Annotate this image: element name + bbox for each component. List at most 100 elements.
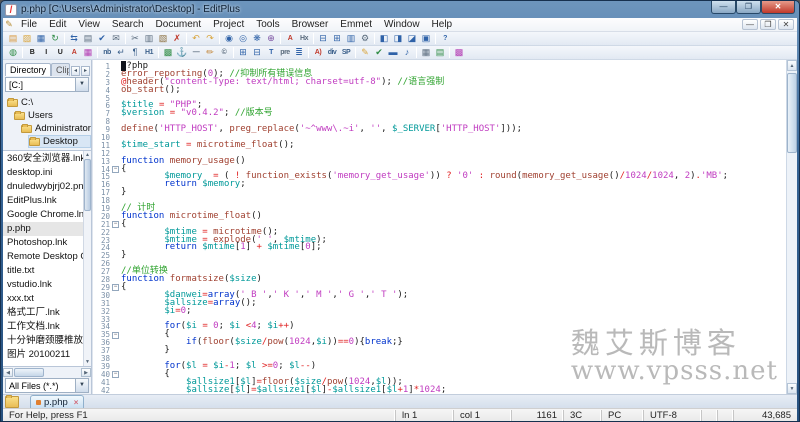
anchor-icon[interactable]: ⚓ <box>175 46 189 59</box>
document-tab-active[interactable]: p.php × <box>30 395 84 408</box>
file-list-item[interactable]: title.txt <box>3 264 83 278</box>
code-line[interactable]: 18 <box>93 197 786 205</box>
file-list-item[interactable]: vstudio.lnk <box>3 278 83 292</box>
copy-icon[interactable]: ▥ <box>142 32 156 45</box>
tab-cliptext[interactable]: Clipt <box>51 63 70 76</box>
scroll-up-icon[interactable]: ▲ <box>84 151 91 159</box>
line-break-icon[interactable]: ↵ <box>114 46 128 59</box>
code-line[interactable]: 3@header("content-Type: text/html; chars… <box>93 79 786 87</box>
menu-item-window[interactable]: Window <box>378 19 426 30</box>
fold-collapse-icon[interactable]: − <box>112 371 119 378</box>
code-line[interactable]: 36 if(floor($size/pow(1024,$i))==0){brea… <box>93 339 786 347</box>
menu-item-document[interactable]: Document <box>150 19 208 30</box>
save-icon[interactable]: ▦ <box>34 32 48 45</box>
insert-image-icon[interactable]: ▩ <box>161 46 175 59</box>
tree-node-administrator[interactable]: Administrator <box>21 122 91 135</box>
scroll-right-icon[interactable]: ▶ <box>81 368 91 377</box>
find-in-files-icon[interactable]: ❋ <box>250 32 264 45</box>
code-line[interactable]: 28function formatsize($size) <box>93 276 786 284</box>
output-panel-toggle-icon[interactable]: ◪ <box>405 32 419 45</box>
file-list-item[interactable]: 十分钟磨颈腰椎放松操 <box>3 334 83 348</box>
insert-date-icon[interactable]: ▤ <box>433 46 447 59</box>
italic-icon[interactable]: I <box>39 46 53 59</box>
file-list-item[interactable]: Photoshop.lnk <box>3 236 83 250</box>
syntax-check-icon[interactable]: ✔ <box>372 46 386 59</box>
context-help-icon[interactable]: ? <box>438 32 452 45</box>
code-line[interactable]: 26 <box>93 260 786 268</box>
span-tag-icon[interactable]: SP <box>339 46 353 59</box>
scroll-down-icon[interactable]: ▼ <box>787 383 797 394</box>
preferences-icon[interactable]: ⚙ <box>358 32 372 45</box>
file-list-item[interactable]: EditPlus.lnk <box>3 194 83 208</box>
file-list-hscrollbar[interactable]: ◀ ▶ <box>3 367 91 377</box>
word-wrap-icon[interactable]: ⊟ <box>316 32 330 45</box>
code-line[interactable]: 32 $i=0; <box>93 308 786 316</box>
code-editor[interactable]: 1<?php2error_reporting(0); //抑制所有错误信息3@h… <box>92 60 786 394</box>
close-button[interactable]: ✕ <box>761 1 795 14</box>
text-field-icon[interactable]: T <box>264 46 278 59</box>
split-window-icon[interactable]: ⊞ <box>330 32 344 45</box>
scrollbar-thumb[interactable] <box>787 73 797 153</box>
menu-item-browser[interactable]: Browser <box>286 19 335 30</box>
code-line[interactable]: 31 $allsize=array(); <box>93 300 786 308</box>
undo-icon[interactable]: ↶ <box>189 32 203 45</box>
table-properties-icon[interactable]: ⊟ <box>250 46 264 59</box>
chevron-down-icon[interactable]: ▼ <box>75 78 88 91</box>
mail-icon[interactable]: ✉ <box>109 32 123 45</box>
hscrollbar-track[interactable] <box>13 368 81 377</box>
scroll-down-icon[interactable]: ▼ <box>84 358 91 366</box>
file-list-item[interactable]: desktop.ini <box>3 166 83 180</box>
menu-item-help[interactable]: Help <box>426 19 459 30</box>
insert-table-icon[interactable]: ⊞ <box>236 46 250 59</box>
window-list-icon[interactable]: ▥ <box>344 32 358 45</box>
tree-node-c[interactable]: C:\ <box>7 96 91 109</box>
code-line[interactable]: 34 for($i = 0; $i <4; $i++) <box>93 323 786 331</box>
file-list-item[interactable]: xxx.txt <box>3 292 83 306</box>
tree-node-desktop[interactable]: Desktop <box>28 135 91 148</box>
code-line[interactable]: 39 for($l = $i-1; $l >=0; $l--) <box>93 363 786 371</box>
code-line[interactable]: 37 } <box>93 347 786 355</box>
code-line[interactable]: 7$version = "v0.4.2"; //版本号 <box>93 110 786 118</box>
file-list-item[interactable]: 360安全浏览器.lnk <box>3 152 83 166</box>
insert-music-icon[interactable]: ♪ <box>400 46 414 59</box>
chevron-down-icon[interactable]: ▼ <box>75 379 88 392</box>
code-line[interactable]: 24 return $mtime[1] + $mtime[0]; <box>93 244 786 252</box>
code-line[interactable]: 4ob_start(); <box>93 87 786 95</box>
file-list-item[interactable]: dnuledwybjrj02.png <box>3 180 83 194</box>
paste-icon[interactable]: ▧ <box>156 32 170 45</box>
edit-source-icon[interactable]: ✎ <box>358 46 372 59</box>
hex-viewer-icon[interactable]: Hx <box>297 32 311 45</box>
drive-selector[interactable]: [C:] ▼ <box>5 77 89 92</box>
file-list-item[interactable]: 图片 20100211 <box>3 348 83 362</box>
horizontal-rule-icon[interactable]: — <box>189 46 203 59</box>
bold-icon[interactable]: B <box>25 46 39 59</box>
insert-media-icon[interactable]: ▬ <box>386 46 400 59</box>
new-document-icon[interactable]: ▤ <box>6 32 20 45</box>
code-line[interactable]: 42 $allsize[$l]=$allsize1[$l]-$allsize1[… <box>93 387 786 394</box>
accesskey-icon[interactable]: A) <box>311 46 325 59</box>
fold-collapse-icon[interactable]: − <box>112 221 119 228</box>
editor-scrollbar[interactable]: ▲ ▼ <box>786 60 797 394</box>
menu-item-emmet[interactable]: Emmet <box>334 19 378 30</box>
brush-icon[interactable]: ✏ <box>203 46 217 59</box>
menu-item-tools[interactable]: Tools <box>250 19 285 30</box>
code-line[interactable]: 16 return $memory; <box>93 181 786 189</box>
highlight-color-icon[interactable]: ▦ <box>81 46 95 59</box>
open-file-icon[interactable]: ▨ <box>20 32 34 45</box>
list-icon[interactable]: ≣ <box>292 46 306 59</box>
reload-icon[interactable]: ↻ <box>48 32 62 45</box>
directory-panel-toggle-icon[interactable]: ◧ <box>377 32 391 45</box>
nbsp-icon[interactable]: nb <box>100 46 114 59</box>
cut-icon[interactable]: ✂ <box>128 32 142 45</box>
scroll-left-icon[interactable]: ◀ <box>3 368 13 377</box>
minimize-button[interactable]: — <box>711 1 736 14</box>
redo-icon[interactable]: ↷ <box>203 32 217 45</box>
mdi-close-button[interactable]: ✕ <box>778 19 794 30</box>
mark-occurrence-icon[interactable]: ⊕ <box>264 32 278 45</box>
print-icon[interactable]: ▤ <box>81 32 95 45</box>
fold-collapse-icon[interactable]: − <box>112 332 119 339</box>
fold-collapse-icon[interactable]: − <box>112 166 119 173</box>
view-in-browser-icon[interactable]: ◍ <box>6 46 20 59</box>
mdi-restore-button[interactable]: ❐ <box>760 19 776 30</box>
scroll-up-icon[interactable]: ▲ <box>787 60 797 71</box>
